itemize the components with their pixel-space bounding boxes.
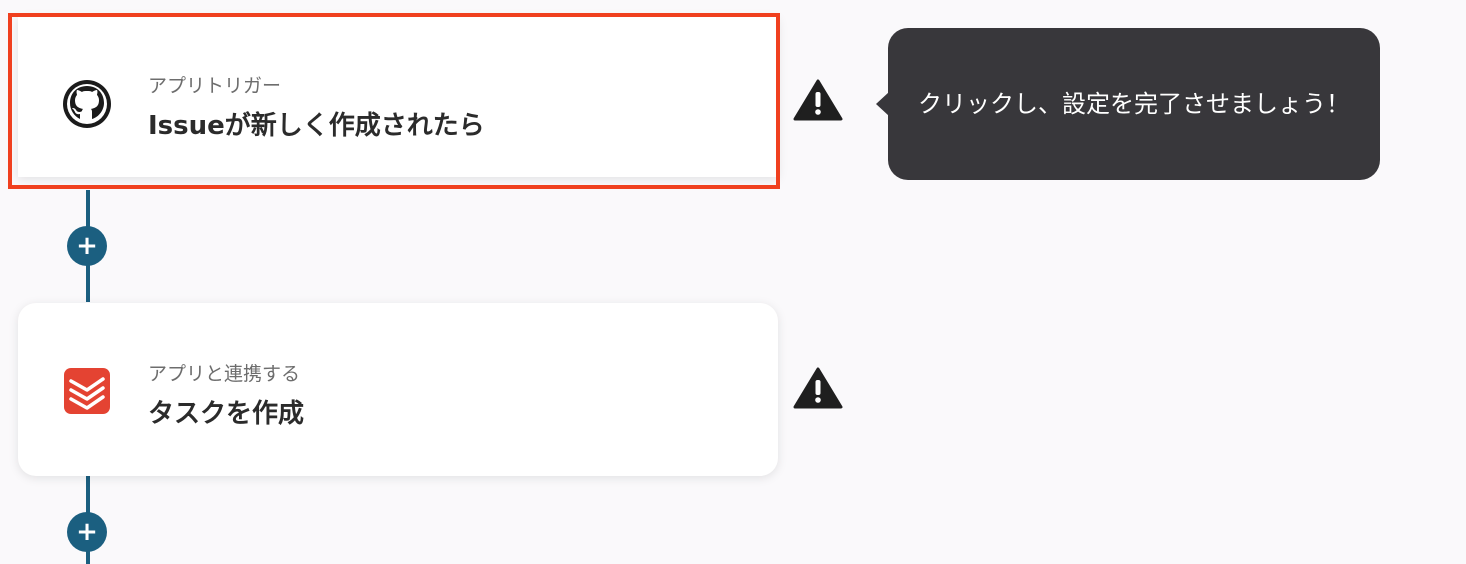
add-step-button[interactable]: + [67, 226, 107, 266]
setup-tooltip: クリックし、設定を完了させましょう！ [888, 28, 1380, 180]
flow-canvas: + + アプリトリガー Issueが新しく作成されたら クリックし、設定を完了さ… [0, 0, 1466, 564]
github-icon [62, 79, 112, 129]
step-card-trigger[interactable]: アプリトリガー Issueが新しく作成されたら [18, 17, 778, 177]
step-card-action[interactable]: アプリと連携する タスクを作成 [18, 303, 778, 476]
todoist-icon [62, 366, 112, 416]
step-type-label: アプリトリガー [148, 75, 282, 97]
step-type-label: アプリと連携する [148, 363, 301, 385]
warning-icon [793, 366, 843, 410]
warning-icon [793, 78, 843, 122]
add-step-button[interactable]: + [67, 512, 107, 552]
step-title: タスクを作成 [148, 399, 305, 429]
step-title: Issueが新しく作成されたら [148, 111, 485, 141]
